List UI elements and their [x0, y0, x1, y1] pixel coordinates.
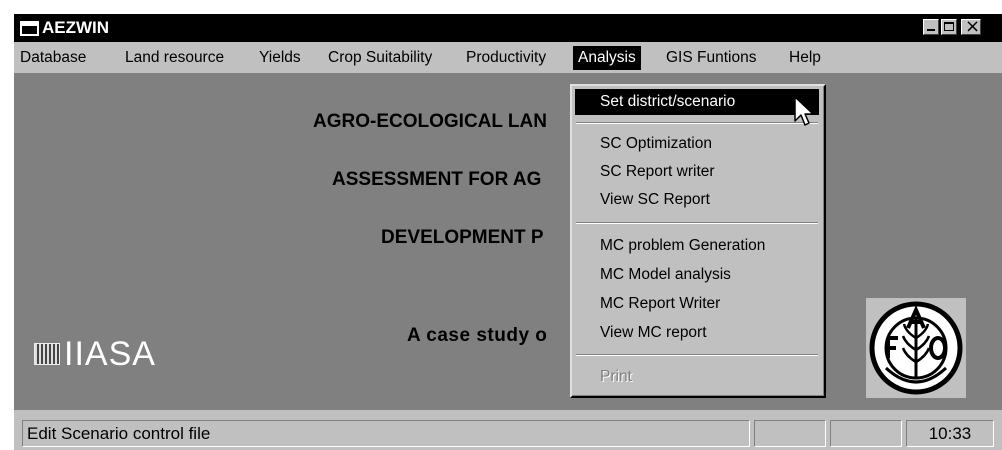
status-bar: Edit Scenario control file 10:33: [14, 410, 1002, 450]
menu-item-mc-model-analysis[interactable]: MC Model analysis: [575, 262, 819, 288]
status-clock: 10:33: [906, 420, 994, 447]
app-window: AEZWIN Database Land resource Yields Cro…: [14, 14, 1002, 450]
menu-gis-funtions[interactable]: GIS Funtions: [666, 49, 756, 67]
menu-help[interactable]: Help: [789, 49, 821, 67]
iiasa-mark-icon: [34, 343, 60, 365]
client-area: AGRO-ECOLOGICAL LAN ASSESSMENT FOR AG DE…: [14, 73, 1002, 410]
heading-line-2: ASSESSMENT FOR AG: [332, 169, 542, 190]
maximize-button[interactable]: [941, 19, 957, 35]
menu-item-view-sc-report[interactable]: View SC Report: [575, 187, 819, 213]
window-icon[interactable]: [20, 21, 39, 36]
menu-separator: [576, 222, 818, 224]
close-button[interactable]: [961, 16, 981, 37]
status-message: Edit Scenario control file: [22, 420, 750, 447]
menu-item-print[interactable]: Print: [575, 364, 819, 390]
menu-item-sc-report-writer[interactable]: SC Report writer: [575, 159, 819, 185]
iiasa-logo-text: IIASA: [64, 335, 156, 373]
menu-bar: Database Land resource Yields Crop Suita…: [14, 42, 1002, 73]
menu-item-mc-report-writer[interactable]: MC Report Writer: [575, 291, 819, 317]
menu-land-resource[interactable]: Land resource: [125, 49, 224, 67]
status-panel-empty-2: [830, 420, 902, 447]
minimize-button[interactable]: [923, 19, 939, 35]
fao-logo-icon: [866, 298, 966, 398]
status-panel-empty-1: [754, 420, 826, 447]
menu-item-sc-optimization[interactable]: SC Optimization: [575, 131, 819, 157]
menu-separator: [576, 122, 818, 124]
arrow-cursor-icon: [794, 96, 814, 126]
menu-item-mc-problem-generation[interactable]: MC problem Generation: [575, 233, 819, 259]
menu-item-set-district-scenario[interactable]: Set district/scenario: [575, 89, 819, 115]
menu-database[interactable]: Database: [20, 49, 86, 67]
menu-separator: [576, 354, 818, 356]
menu-productivity[interactable]: Productivity: [466, 49, 546, 67]
title-bar[interactable]: AEZWIN: [14, 14, 1002, 42]
menu-crop-suitability[interactable]: Crop Suitability: [328, 49, 432, 67]
heading-line-1: AGRO-ECOLOGICAL LAN: [313, 111, 547, 132]
window-title: AEZWIN: [42, 18, 110, 37]
menu-yields[interactable]: Yields: [259, 49, 301, 67]
menu-item-view-mc-report[interactable]: View MC report: [575, 320, 819, 346]
menu-analysis[interactable]: Analysis: [573, 46, 641, 70]
heading-line-3: DEVELOPMENT P: [381, 227, 544, 248]
analysis-dropdown-menu: Set district/scenario SC Optimization SC…: [570, 84, 826, 398]
case-study-line: A case study o: [407, 325, 548, 346]
